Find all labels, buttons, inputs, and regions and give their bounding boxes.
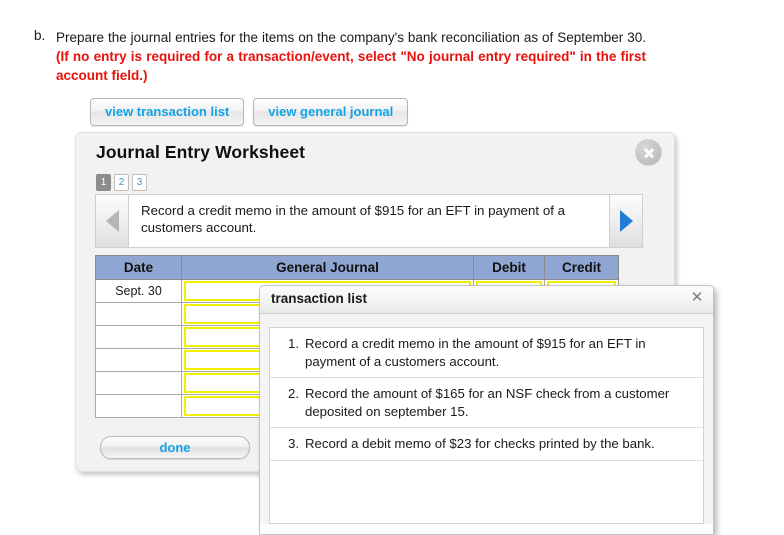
question-text-plain: Prepare the journal entries for the item…	[56, 30, 646, 45]
close-circle-icon[interactable]	[635, 139, 662, 166]
next-transaction-button[interactable]	[609, 195, 642, 247]
question-text-red: (If no entry is required for a transacti…	[56, 49, 646, 83]
column-header-debit: Debit	[473, 255, 545, 280]
transaction-prompt-text: Record a credit memo in the amount of $9…	[141, 203, 566, 235]
cell-date	[95, 348, 182, 372]
view-buttons-group: view transaction list view general journ…	[90, 98, 409, 126]
transaction-list: 1. Record a credit memo in the amount of…	[269, 327, 704, 524]
page-tab-3[interactable]: 3	[132, 174, 147, 191]
close-x-icon[interactable]: ✕	[689, 290, 705, 306]
worksheet-pagination: 1 2 3	[96, 174, 147, 191]
previous-transaction-button[interactable]	[96, 195, 129, 247]
column-header-general-journal: General Journal	[181, 255, 474, 280]
list-item-text: Record a credit memo in the amount of $9…	[305, 336, 646, 369]
view-general-journal-button[interactable]: view general journal	[253, 98, 409, 126]
cell-date: Sept. 30	[95, 279, 182, 303]
list-item-text: Record a debit memo of $23 for checks pr…	[305, 436, 655, 451]
column-header-credit: Credit	[544, 255, 619, 280]
dialog-body: 1. Record a credit memo in the amount of…	[260, 314, 713, 524]
dialog-title: transaction list	[271, 291, 368, 306]
cell-date	[95, 302, 182, 326]
list-item[interactable]: 2. Record the amount of $165 for an NSF …	[270, 378, 703, 428]
triangle-left-icon	[105, 210, 119, 232]
page-tab-1[interactable]: 1	[96, 174, 111, 191]
cell-date	[95, 371, 182, 395]
question-block: b. Prepare the journal entries for the i…	[34, 28, 646, 85]
question-letter: b.	[34, 28, 46, 43]
view-transaction-list-button[interactable]: view transaction list	[90, 98, 245, 126]
list-item[interactable]: 1. Record a credit memo in the amount of…	[270, 328, 703, 378]
transaction-prompt-strip: Record a credit memo in the amount of $9…	[95, 194, 643, 248]
page-tab-2[interactable]: 2	[114, 174, 129, 191]
list-item-number: 3.	[288, 436, 299, 451]
question-text: Prepare the journal entries for the item…	[56, 28, 646, 85]
list-item[interactable]: 3. Record a debit memo of $23 for checks…	[270, 428, 703, 461]
list-item-number: 1.	[288, 336, 299, 351]
done-button[interactable]: done	[100, 436, 250, 459]
cell-date	[95, 325, 182, 349]
triangle-right-icon	[619, 210, 633, 232]
table-header-row: Date General Journal Debit Credit	[95, 255, 619, 280]
cell-date	[95, 394, 182, 418]
worksheet-title: Journal Entry Worksheet	[96, 142, 306, 162]
column-header-date: Date	[95, 255, 182, 280]
transaction-list-dialog: transaction list ✕ 1. Record a credit me…	[259, 285, 714, 535]
dialog-titlebar[interactable]: transaction list ✕	[260, 286, 713, 314]
list-item-number: 2.	[288, 386, 299, 401]
list-item-text: Record the amount of $165 for an NSF che…	[305, 386, 670, 419]
